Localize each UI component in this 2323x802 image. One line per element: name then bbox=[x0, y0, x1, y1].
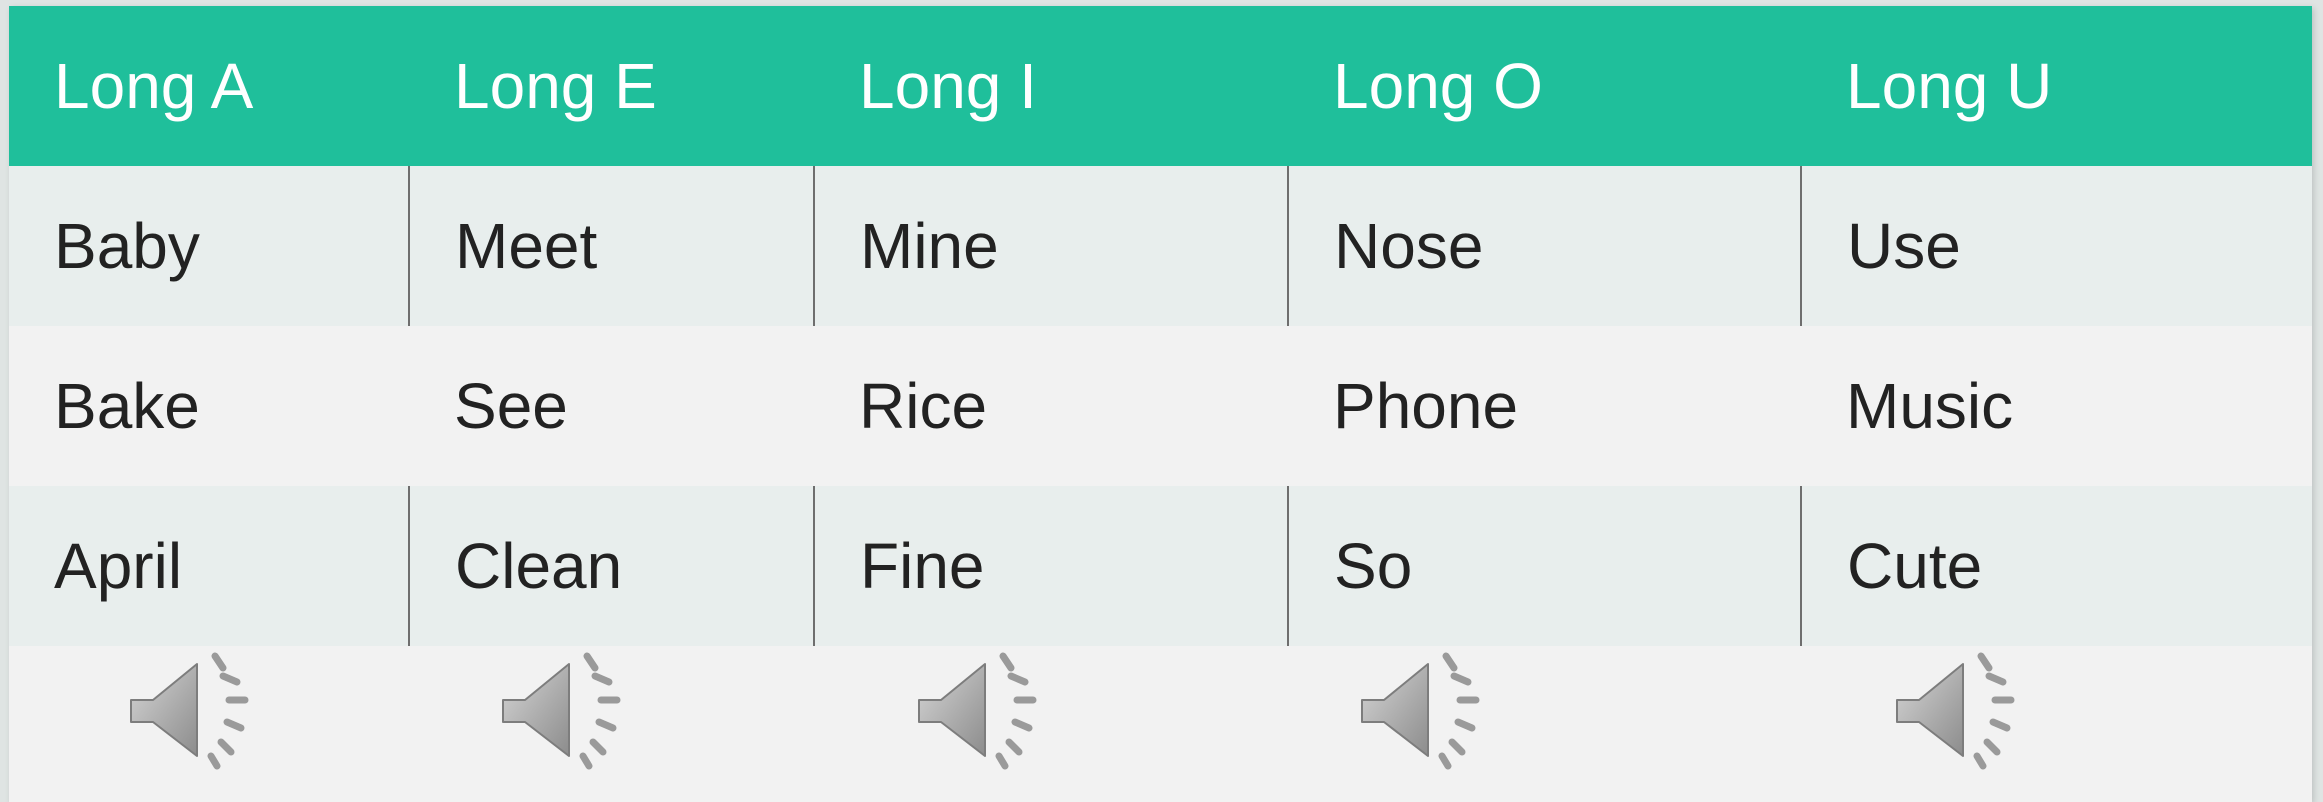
speaker-icon[interactable] bbox=[915, 652, 1045, 770]
table-cell: Mine bbox=[813, 166, 1288, 326]
header-long-i: Long I bbox=[814, 6, 1288, 166]
table-cell: Use bbox=[1800, 166, 2312, 326]
audio-cell-long-i bbox=[814, 646, 1288, 802]
speaker-icon[interactable] bbox=[127, 652, 257, 770]
audio-cell-long-a bbox=[9, 646, 409, 802]
vowel-table-frame: Long A Long E Long I Long O Long U Baby … bbox=[9, 6, 2312, 802]
audio-cell-long-o bbox=[1288, 646, 1801, 802]
table-cell: April bbox=[9, 486, 409, 646]
audio-row bbox=[9, 646, 2312, 802]
table-row: Bake See Rice Phone Music bbox=[9, 326, 2312, 486]
table-cell: Meet bbox=[408, 166, 814, 326]
header-long-a: Long A bbox=[9, 6, 409, 166]
table-cell: Rice bbox=[814, 326, 1288, 486]
header-long-e: Long E bbox=[409, 6, 814, 166]
audio-cell-long-e bbox=[409, 646, 814, 802]
header-long-u: Long U bbox=[1801, 6, 2312, 166]
audio-cell-wrap bbox=[1801, 646, 2312, 802]
table-cell: So bbox=[1287, 486, 1801, 646]
table-cell: Baby bbox=[9, 166, 409, 326]
table-cell: Nose bbox=[1287, 166, 1801, 326]
table-cell: Music bbox=[1801, 326, 2312, 486]
header-long-o: Long O bbox=[1288, 6, 1801, 166]
speaker-icon[interactable] bbox=[1893, 652, 2023, 770]
audio-cell-long-u bbox=[1801, 646, 2312, 802]
long-vowel-table: Long A Long E Long I Long O Long U Baby … bbox=[9, 6, 2312, 802]
table-cell: See bbox=[409, 326, 814, 486]
speaker-icon[interactable] bbox=[499, 652, 629, 770]
audio-cell-wrap bbox=[409, 646, 814, 802]
table-cell: Fine bbox=[813, 486, 1288, 646]
table-cell: Phone bbox=[1288, 326, 1801, 486]
audio-cell-wrap bbox=[814, 646, 1288, 802]
table-row: Baby Meet Mine Nose Use bbox=[9, 166, 2312, 326]
audio-cell-wrap bbox=[1288, 646, 1801, 802]
table-row: April Clean Fine So Cute bbox=[9, 486, 2312, 646]
speaker-icon[interactable] bbox=[1358, 652, 1488, 770]
audio-cell-wrap bbox=[9, 646, 409, 802]
table-cell: Cute bbox=[1800, 486, 2312, 646]
table-cell: Clean bbox=[408, 486, 814, 646]
header-row: Long A Long E Long I Long O Long U bbox=[9, 6, 2312, 166]
table-cell: Bake bbox=[9, 326, 409, 486]
